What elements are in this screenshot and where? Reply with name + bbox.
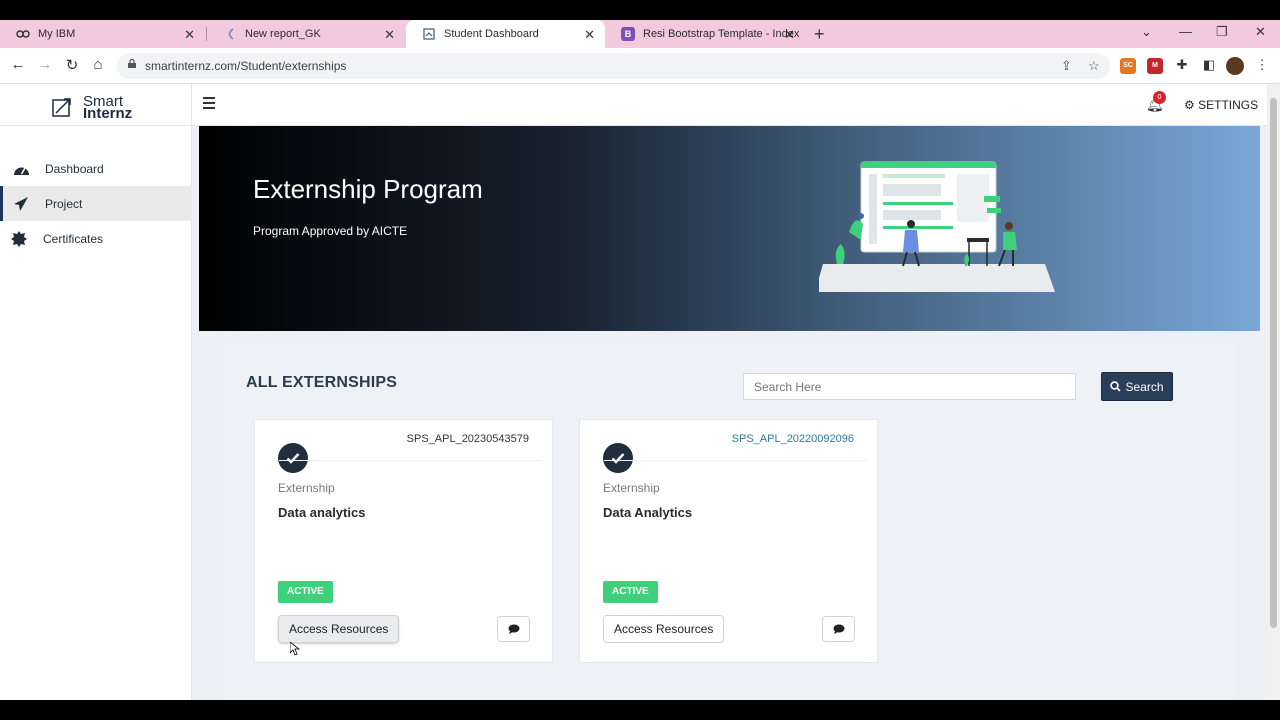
- extension-m-icon[interactable]: M: [1147, 58, 1163, 74]
- chat-button[interactable]: [497, 616, 530, 642]
- browser-toolbar: ← → ↻ ⌂ smartinternz.com/Student/externs…: [0, 48, 1280, 84]
- externship-type: Externship: [278, 481, 335, 495]
- share-icon[interactable]: ⇪: [1061, 58, 1072, 74]
- browser-tab-strip: My IBM ✕ New report_GK ✕ Student Dashboa…: [0, 20, 1280, 48]
- browser-tab-resi-bootstrap[interactable]: B Resi Bootstrap Template - Index ✕: [605, 20, 805, 48]
- sidepanel-icon[interactable]: ◧: [1199, 57, 1219, 73]
- app-header: Smart Internz 🔔︎ 0 ⚙ SETTINGS: [0, 84, 1267, 126]
- browser-tab-new-report[interactable]: New report_GK ✕: [207, 20, 405, 48]
- close-icon[interactable]: ✕: [784, 27, 795, 43]
- star-icon[interactable]: ☆: [1088, 58, 1100, 74]
- home-icon[interactable]: ⌂: [88, 56, 108, 73]
- externship-name: Data Analytics: [603, 505, 693, 520]
- search-button[interactable]: Search: [1101, 372, 1173, 401]
- url-text: smartinternz.com/Student/externships: [145, 59, 347, 73]
- search-icon: [1110, 381, 1122, 392]
- logo-mark-icon: [52, 98, 71, 117]
- new-tab-button[interactable]: +: [814, 24, 825, 45]
- bootstrap-icon: B: [621, 27, 635, 41]
- avatar[interactable]: [1226, 57, 1244, 75]
- divider: [279, 460, 542, 461]
- report-icon: [223, 27, 237, 41]
- tab-title: New report_GK: [245, 28, 321, 40]
- close-icon[interactable]: ✕: [384, 27, 395, 43]
- sidebar-item-certificates[interactable]: Certificates: [0, 221, 192, 256]
- check-icon: [603, 443, 633, 473]
- settings-button[interactable]: ⚙ SETTINGS: [1184, 98, 1258, 112]
- back-icon[interactable]: ←: [8, 56, 28, 73]
- reload-icon[interactable]: ↻: [62, 56, 82, 74]
- screen-bottom-bar: [0, 700, 1280, 720]
- comment-icon: [508, 624, 519, 634]
- minimize-icon[interactable]: —: [1179, 24, 1192, 39]
- tab-title: Resi Bootstrap Template - Index: [643, 28, 800, 40]
- sidebar: Dashboard Project Certificates: [0, 126, 192, 700]
- certificate-icon: [10, 230, 28, 248]
- chat-button[interactable]: [822, 616, 855, 642]
- ibm-icon: [16, 27, 30, 41]
- search-input[interactable]: [743, 373, 1076, 400]
- check-icon: [278, 443, 308, 473]
- browser-tab-student-dashboard[interactable]: Student Dashboard ✕: [406, 20, 605, 48]
- comment-icon: [833, 624, 844, 634]
- sidebar-item-dashboard[interactable]: Dashboard: [0, 151, 192, 186]
- sidebar-item-label: Certificates: [43, 232, 104, 246]
- restore-icon[interactable]: ❐: [1216, 24, 1228, 40]
- close-window-icon[interactable]: ✕: [1255, 24, 1266, 40]
- address-bar[interactable]: smartinternz.com/Student/externships ⇪ ☆: [117, 53, 1110, 79]
- sidebar-item-label: Project: [45, 197, 83, 211]
- paper-plane-icon: [12, 195, 30, 213]
- externship-name: Data analytics: [278, 505, 366, 520]
- hero-banner: Externship Program Program Approved by A…: [199, 126, 1260, 331]
- dashboard-icon: [12, 160, 30, 178]
- screen-top-bar: [0, 0, 1280, 20]
- tab-title: My IBM: [38, 28, 76, 40]
- more-menu-icon[interactable]: ⋮: [1252, 57, 1272, 73]
- sidebar-item-label: Dashboard: [45, 162, 104, 176]
- hero-subtitle: Program Approved by AICTE: [253, 224, 408, 238]
- divider: [604, 460, 867, 461]
- chevron-down-icon[interactable]: ⌄: [1141, 24, 1152, 40]
- access-resources-button[interactable]: Access Resources: [278, 615, 400, 643]
- externship-card: SPS_APL_20230543579 Externship Data anal…: [254, 419, 553, 663]
- close-icon[interactable]: ✕: [184, 27, 195, 43]
- browser-tab-my-ibm[interactable]: My IBM ✕: [0, 20, 205, 48]
- mouse-cursor-icon: [290, 642, 300, 656]
- page-content: Smart Internz 🔔︎ 0 ⚙ SETTINGS Dashboard …: [0, 84, 1267, 700]
- scrollbar-thumb[interactable]: [1270, 98, 1277, 628]
- externship-code-link[interactable]: SPS_APL_20220092096: [732, 433, 854, 445]
- notification-badge: 0: [1153, 91, 1166, 104]
- status-badge: ACTIVE: [278, 581, 333, 603]
- access-resources-button[interactable]: Access Resources: [603, 615, 725, 643]
- externship-type: Externship: [603, 481, 660, 495]
- page-scrollbar[interactable]: [1267, 84, 1280, 700]
- lock-icon: [128, 59, 136, 68]
- externship-code: SPS_APL_20230543579: [406, 433, 529, 445]
- close-icon[interactable]: ✕: [584, 27, 595, 43]
- externships-panel: ALL EXTERNSHIPS Search SPS_APL_202305435…: [224, 344, 1234, 700]
- hero-illustration: [819, 161, 1055, 292]
- extension-sc-icon[interactable]: SC: [1120, 58, 1136, 74]
- externship-card: SPS_APL_20220092096 Externship Data Anal…: [579, 419, 878, 663]
- logo-text-internz: Internz: [83, 105, 133, 122]
- logo[interactable]: Smart Internz: [0, 84, 192, 126]
- puzzle-icon[interactable]: ✚: [1172, 57, 1192, 73]
- tab-title: Student Dashboard: [444, 28, 539, 40]
- section-title: ALL EXTERNSHIPS: [246, 374, 398, 391]
- gears-icon: ⚙: [1184, 98, 1195, 112]
- status-badge: ACTIVE: [603, 581, 658, 603]
- hero-title: Externship Program: [253, 174, 483, 204]
- dashboard-icon: [422, 27, 436, 41]
- search-button-label: Search: [1125, 379, 1164, 394]
- sidebar-item-project[interactable]: Project: [0, 186, 192, 221]
- hamburger-menu-icon[interactable]: [203, 97, 215, 112]
- settings-label: SETTINGS: [1198, 98, 1259, 112]
- forward-icon[interactable]: →: [35, 56, 55, 73]
